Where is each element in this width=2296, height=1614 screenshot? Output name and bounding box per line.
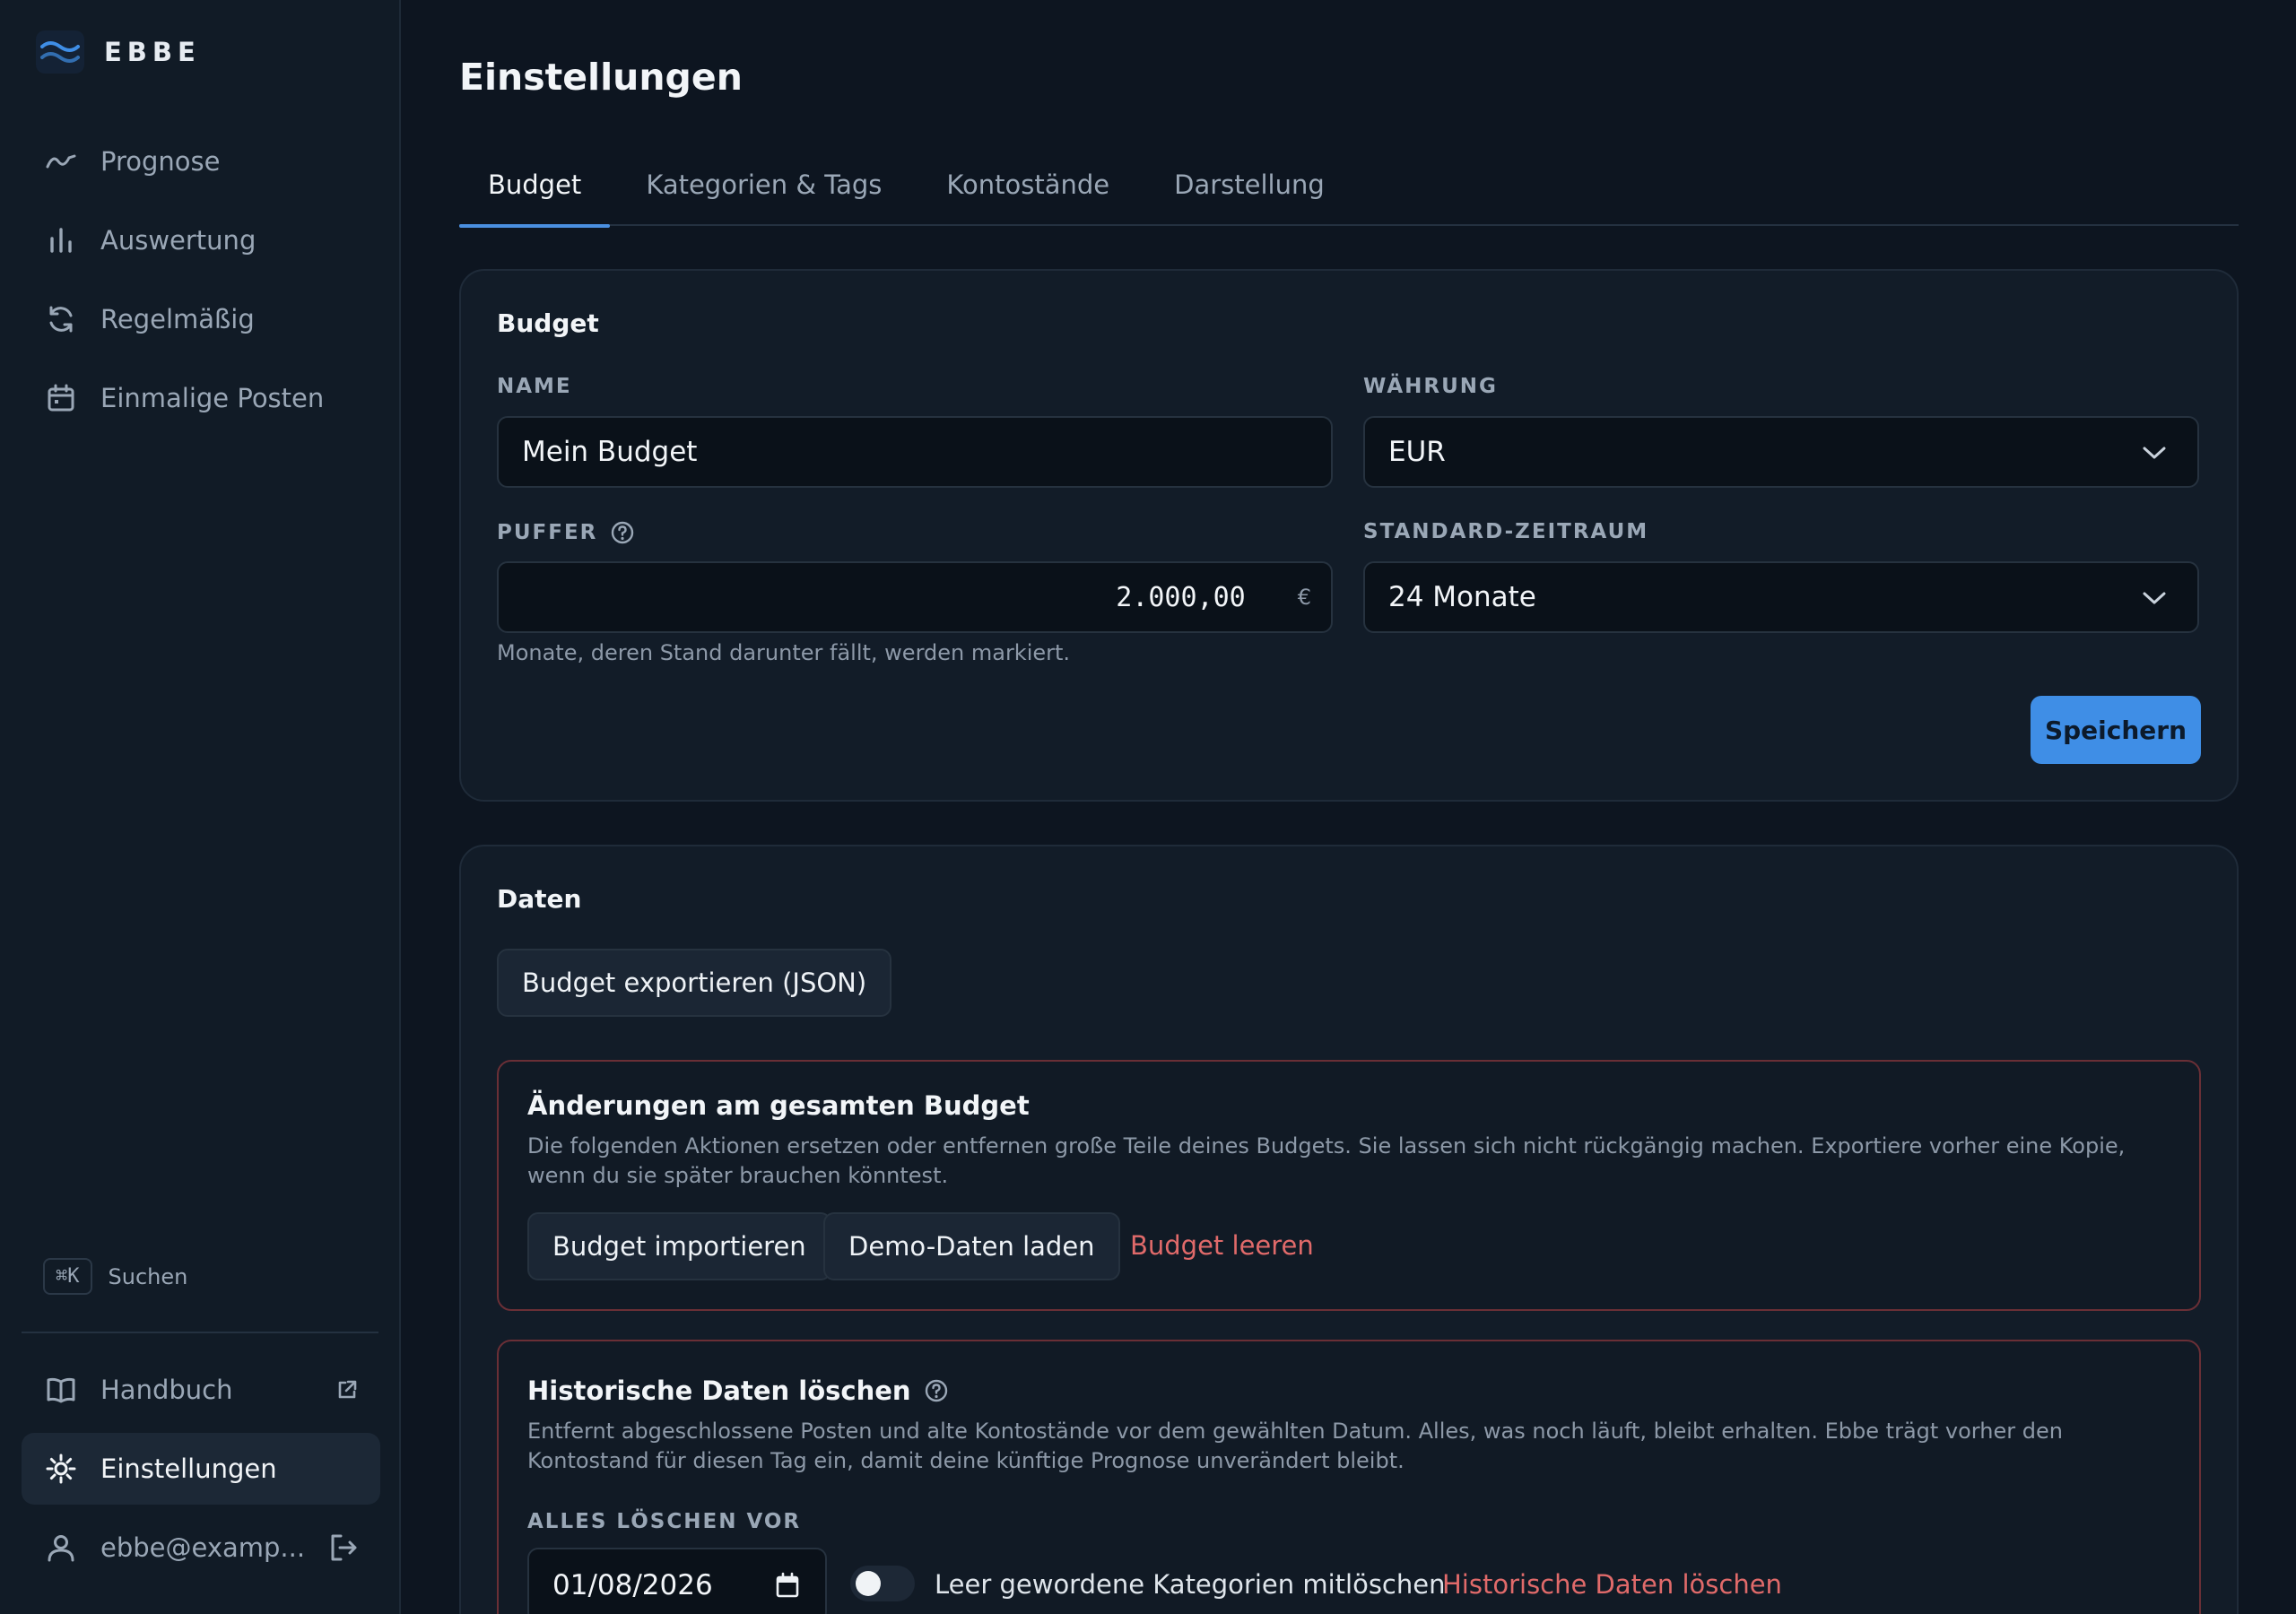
name-label: NAME [497,375,572,398]
toggle-label: Leer gewordene Kategorien mitlöschen [935,1569,1446,1600]
sidebar-item-auswertung[interactable]: Auswertung [22,204,380,276]
user-email: ebbe@examp... [100,1532,306,1563]
sidebar-item-regelmaessig[interactable]: Regelmäßig [22,283,380,355]
sidebar-bottom-nav: Handbuch Einstellungen ebbe@examp... [22,1354,380,1591]
tab-budget[interactable]: Budget [459,161,611,228]
tab-kontostaende[interactable]: Kontostände [918,161,1138,226]
sidebar-nav: Prognose Auswertung Regelmäßig Einmalige… [22,126,380,441]
gear-icon [43,1451,79,1487]
cutoff-date-input[interactable]: 01/08/2026 [527,1548,827,1614]
sidebar-item-prognose[interactable]: Prognose [22,126,380,197]
app-name: EBBE [104,37,201,67]
danger-title: Änderungen am gesamten Budget [527,1090,1030,1121]
sidebar-item-label: Einmalige Posten [100,383,325,413]
wave-logo-icon [36,30,84,74]
settings-tabs: Budget Kategorien & Tags Kontostände Dar… [459,161,2239,228]
input-value: 01/08/2026 [552,1569,713,1601]
book-icon [43,1372,79,1408]
data-card: Daten Budget exportieren (JSON) Änderung… [459,845,2239,1614]
sidebar-item-label: Regelmäßig [100,304,255,334]
bar-chart-icon [43,222,79,258]
load-demo-data-button[interactable]: Demo-Daten laden [823,1212,1120,1280]
buffer-help-text: Monate, deren Stand darunter fällt, werd… [497,640,1071,665]
input-value: 2.000,00 [1116,581,1246,613]
refresh-icon [43,301,79,337]
trend-icon [43,143,79,179]
brand[interactable]: EBBE [36,30,201,74]
calendar-icon [43,380,79,416]
sidebar-item-einmalige-posten[interactable]: Einmalige Posten [22,362,380,434]
currency-unit: € [1297,585,1311,610]
export-budget-button[interactable]: Budget exportieren (JSON) [497,949,892,1017]
buffer-label: PUFFER [497,521,598,544]
logout-icon[interactable] [328,1532,359,1563]
user-icon [43,1530,79,1566]
keyboard-shortcut: ⌘K [43,1258,92,1295]
currency-label: WÄHRUNG [1363,375,1498,398]
external-link-icon [335,1378,359,1401]
calendar-icon[interactable] [775,1572,800,1599]
delete-empty-categories-toggle[interactable] [850,1566,915,1601]
select-value: 24 Monate [1388,581,1536,613]
sidebar: EBBE Prognose Auswertung Regelmäßig Einm… [0,0,401,1614]
buffer-label-row: PUFFER [497,520,635,545]
budget-card: Budget NAME Mein Budget WÄHRUNG EUR PUFF… [459,269,2239,802]
danger-description: Die folgenden Aktionen ersetzen oder ent… [527,1133,2126,1188]
select-value: EUR [1388,436,1446,468]
sidebar-item-label: Prognose [100,146,221,177]
budget-name-input[interactable]: Mein Budget [497,416,1333,488]
history-danger-zone: Historische Daten löschen Entfernt abges… [497,1340,2201,1614]
input-value: Mein Budget [522,436,698,468]
help-circle-icon[interactable] [924,1378,949,1403]
save-button[interactable]: Speichern [2031,696,2201,764]
whole-budget-danger-zone: Änderungen am gesamten Budget Die folgen… [497,1060,2201,1311]
search-trigger[interactable]: ⌘K Suchen [43,1258,187,1295]
history-title-row: Historische Daten löschen [527,1375,949,1406]
help-circle-icon[interactable] [610,520,635,545]
card-title: Budget [497,308,599,338]
period-label: STANDARD-ZEITRAUM [1363,520,1649,543]
period-select[interactable]: 24 Monate [1363,561,2199,633]
sidebar-item-handbuch[interactable]: Handbuch [22,1354,380,1426]
buffer-amount-input[interactable]: 2.000,00 € [497,561,1333,633]
sidebar-item-label: Handbuch [100,1375,233,1405]
search-label: Suchen [108,1263,188,1289]
card-title: Daten [497,884,582,914]
sidebar-item-label: Auswertung [100,225,257,256]
toggle-knob [856,1571,881,1596]
tab-darstellung[interactable]: Darstellung [1145,161,1353,226]
delete-history-button[interactable]: Historische Daten löschen [1442,1569,1782,1600]
date-label: ALLES LÖSCHEN VOR [527,1510,802,1533]
sidebar-item-label: Einstellungen [100,1453,277,1484]
user-account-item[interactable]: ebbe@examp... [22,1512,380,1584]
currency-select[interactable]: EUR [1363,416,2199,488]
danger-description: Entfernt abgeschlossene Posten und alte … [527,1419,2063,1473]
sidebar-item-einstellungen[interactable]: Einstellungen [22,1433,380,1505]
import-budget-button[interactable]: Budget importieren [527,1212,831,1280]
page-title: Einstellungen [459,56,743,99]
tab-kategorien-tags[interactable]: Kategorien & Tags [617,161,910,226]
clear-budget-button[interactable]: Budget leeren [1130,1230,1314,1261]
sidebar-divider [22,1332,378,1333]
chevron-down-icon [2142,581,2167,613]
danger-title: Historische Daten löschen [527,1375,911,1406]
chevron-down-icon [2142,436,2167,468]
